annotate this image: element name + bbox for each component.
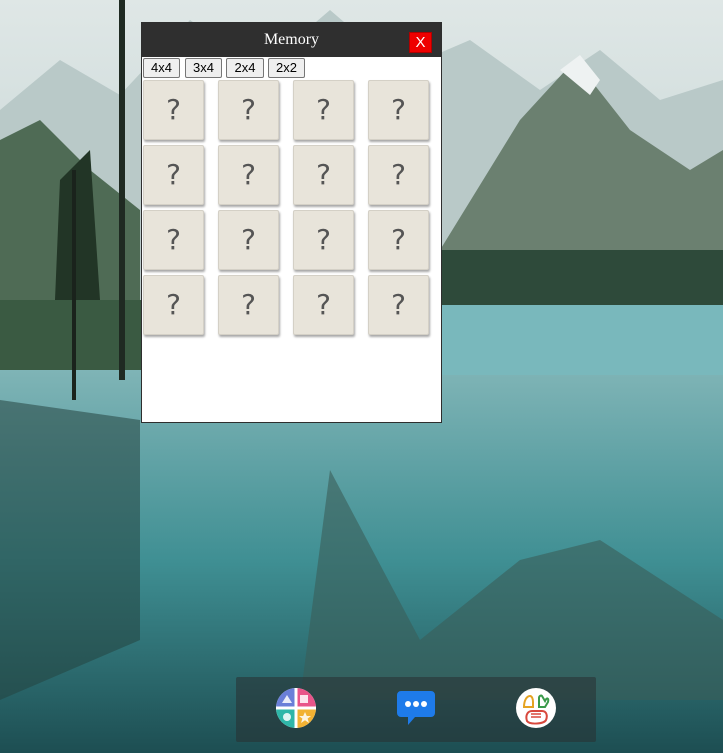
memory-card[interactable]: ? — [218, 210, 279, 270]
memory-card[interactable]: ? — [368, 145, 429, 205]
memory-card[interactable]: ? — [293, 275, 354, 335]
memory-card[interactable]: ? — [218, 145, 279, 205]
close-button[interactable]: X — [409, 32, 432, 53]
grid-size-2x2-button[interactable]: 2x2 — [268, 58, 305, 78]
hands-app-icon[interactable] — [515, 687, 557, 729]
memory-card[interactable]: ? — [143, 145, 204, 205]
taskbar-dock — [236, 677, 596, 742]
window-titlebar[interactable]: Memory X — [142, 23, 441, 57]
memory-card[interactable]: ? — [368, 80, 429, 140]
memory-card[interactable]: ? — [218, 80, 279, 140]
memory-window: Memory X 4x4 3x4 2x4 2x2 ? ? ? ? ? ? ? ?… — [141, 22, 442, 423]
memory-card[interactable]: ? — [143, 210, 204, 270]
grid-size-4x4-button[interactable]: 4x4 — [143, 58, 180, 78]
memory-card[interactable]: ? — [293, 80, 354, 140]
chat-app-icon[interactable] — [395, 687, 437, 729]
window-title: Memory — [263, 31, 320, 48]
grid-size-3x4-button[interactable]: 3x4 — [185, 58, 222, 78]
memory-card[interactable]: ? — [368, 210, 429, 270]
grid-size-2x4-button[interactable]: 2x4 — [226, 58, 264, 78]
memory-card[interactable]: ? — [143, 80, 204, 140]
memory-card[interactable]: ? — [293, 210, 354, 270]
memory-card[interactable]: ? — [143, 275, 204, 335]
shapes-app-icon[interactable] — [275, 687, 317, 729]
memory-card[interactable]: ? — [368, 275, 429, 335]
memory-card[interactable]: ? — [293, 145, 354, 205]
memory-card[interactable]: ? — [218, 275, 279, 335]
